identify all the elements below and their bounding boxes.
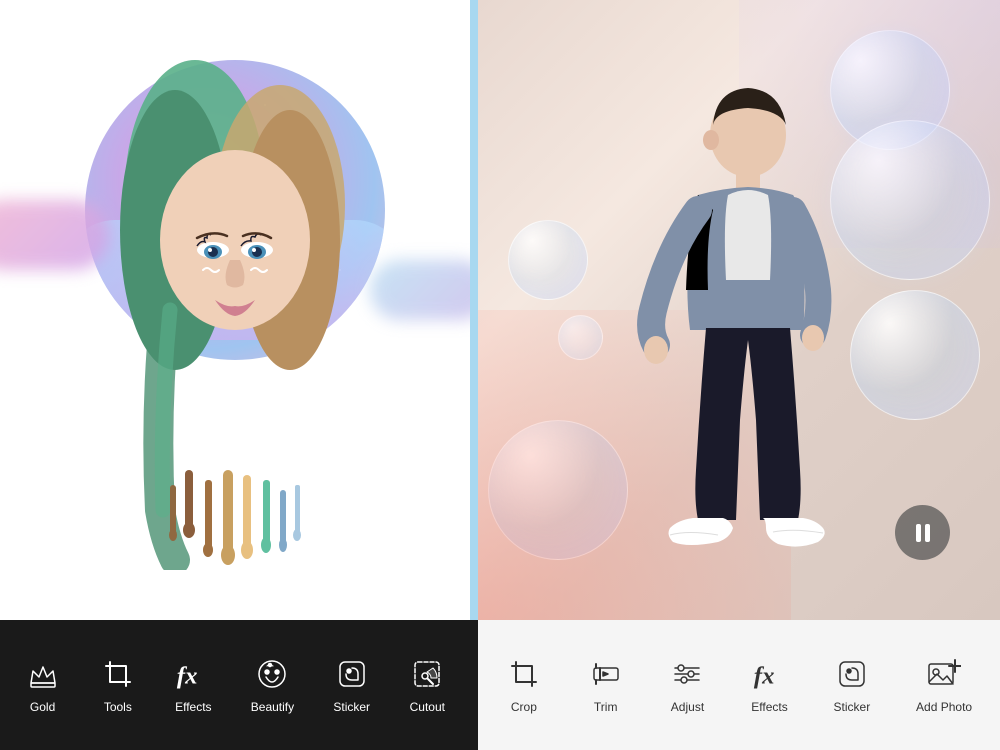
svg-text:fx: fx: [753, 662, 774, 689]
adjust-icon: [669, 656, 705, 692]
tool-gold[interactable]: Gold: [17, 651, 69, 719]
app-container: Gold Tools fx Effects: [0, 0, 1000, 750]
tool-sticker[interactable]: Sticker: [325, 651, 378, 719]
pause-icon: [916, 524, 930, 542]
tool-trim[interactable]: Trim: [580, 651, 632, 719]
pause-button[interactable]: [895, 505, 950, 560]
trim-icon: [588, 656, 624, 692]
sticker-left-icon: [334, 656, 370, 692]
panel-separator: [470, 0, 478, 620]
crop-right-icon: [506, 656, 542, 692]
tool-effects-right-label: Effects: [751, 700, 787, 714]
canvas-area: [0, 0, 1000, 620]
tool-gold-label: Gold: [30, 700, 55, 714]
cutout-icon: [409, 656, 445, 692]
right-toolbar: Crop Trim: [478, 620, 1000, 750]
bottom-toolbars: Gold Tools fx Effects: [0, 620, 1000, 750]
tool-sticker-right[interactable]: Sticker: [826, 651, 879, 719]
walking-person: [618, 80, 838, 560]
tool-crop[interactable]: Crop: [498, 651, 550, 719]
bubble-small-left: [508, 220, 588, 300]
tool-trim-label: Trim: [594, 700, 618, 714]
toolbar-separator: [470, 620, 478, 750]
pause-bar-right: [925, 524, 930, 542]
tool-beautify[interactable]: Beautify: [243, 651, 302, 719]
tool-add-photo-label: Add Photo: [916, 700, 972, 714]
crop-tools-icon: [100, 656, 136, 692]
tool-beautify-label: Beautify: [251, 700, 294, 714]
crown-icon: [25, 656, 61, 692]
left-toolbar: Gold Tools fx Effects: [0, 620, 470, 750]
bubble-medium-lower-right: [850, 290, 980, 420]
right-panel: [478, 0, 1000, 620]
tool-cutout-label: Cutout: [410, 700, 445, 714]
face-beautify-icon: [254, 656, 290, 692]
left-artwork: [0, 0, 470, 620]
portrait-artwork: [65, 30, 405, 570]
left-panel: [0, 0, 470, 620]
tool-sticker-label: Sticker: [333, 700, 370, 714]
fx-right-icon: fx: [752, 656, 788, 692]
tool-effects-label: Effects: [175, 700, 211, 714]
tool-adjust-label: Adjust: [671, 700, 704, 714]
pause-bar-left: [916, 524, 921, 542]
tool-cutout[interactable]: Cutout: [401, 651, 453, 719]
tool-effects-right[interactable]: fx Effects: [743, 651, 795, 719]
tool-crop-label: Crop: [511, 700, 537, 714]
add-photo-icon: [926, 656, 962, 692]
tool-tools-label: Tools: [104, 700, 132, 714]
tool-tools[interactable]: Tools: [92, 651, 144, 719]
sticker-right-icon: [834, 656, 870, 692]
tool-effects[interactable]: fx Effects: [167, 651, 219, 719]
tool-add-photo[interactable]: Add Photo: [908, 651, 980, 719]
fx-left-icon: fx: [175, 656, 211, 692]
right-artwork: [478, 0, 1000, 620]
svg-text:fx: fx: [177, 662, 198, 689]
tool-adjust[interactable]: Adjust: [661, 651, 713, 719]
tool-sticker-right-label: Sticker: [834, 700, 871, 714]
